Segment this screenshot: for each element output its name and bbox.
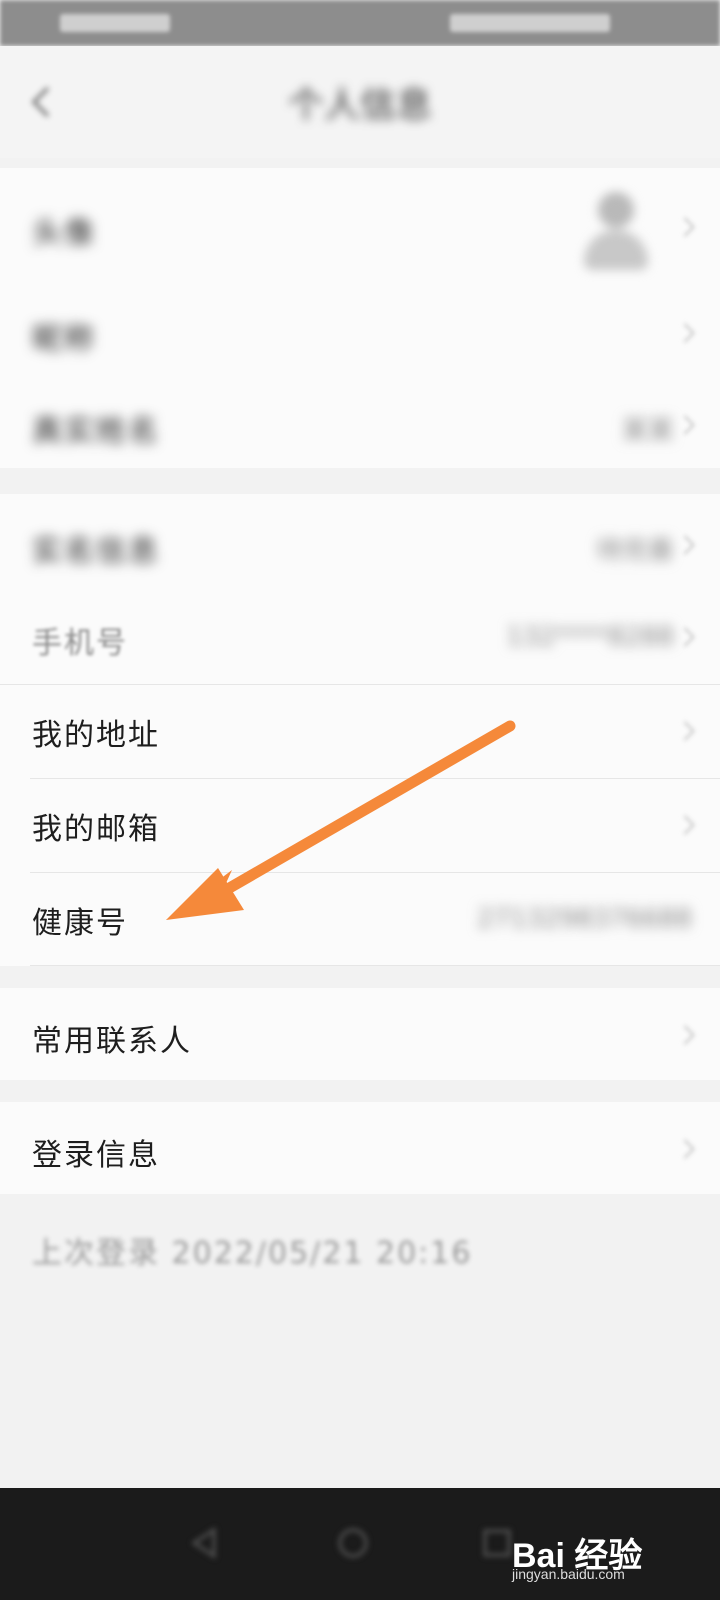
baidu-jingyan-watermark: Bai 经验 jingyan.baidu.com [512, 1522, 702, 1582]
chevron-right-icon [675, 323, 695, 343]
chevron-right-icon [675, 415, 695, 435]
email-row[interactable]: 我的邮箱 [0, 780, 720, 872]
row-value: 132****8288 [506, 622, 674, 652]
row-label: 我的地址 [32, 718, 160, 753]
login-info-row[interactable]: 登录信息 [0, 1102, 720, 1194]
chevron-right-icon [675, 217, 695, 237]
chevron-right-icon [675, 721, 695, 741]
chevron-right-icon [675, 627, 695, 647]
chevron-right-icon [675, 535, 695, 555]
nav-recents-icon[interactable] [480, 1526, 514, 1560]
identity-row[interactable]: 实名信息 待完善 [0, 494, 720, 590]
battery-icon [450, 14, 610, 32]
avatar-row[interactable]: 头像 [0, 168, 720, 286]
row-label: 头像 [32, 216, 96, 251]
chevron-right-icon [675, 1139, 695, 1159]
avatar [584, 192, 648, 272]
chevron-right-icon [675, 815, 695, 835]
row-value: 某某 [621, 416, 674, 446]
row-label: 我的邮箱 [32, 812, 160, 847]
nav-home-icon[interactable] [336, 1526, 370, 1560]
row-divider [30, 778, 720, 779]
health-id-row[interactable]: 健康号 2713298376688 [0, 874, 720, 966]
row-divider [0, 684, 720, 685]
signal-icon [60, 14, 170, 32]
row-label: 真实姓名 [32, 414, 160, 449]
page-header: 个人信息 [0, 46, 720, 158]
nav-back-icon[interactable] [188, 1526, 222, 1560]
real-name-row[interactable]: 真实姓名 某某 [0, 378, 720, 470]
login-card: 登录信息 [0, 1102, 720, 1194]
chevron-right-icon [675, 1025, 695, 1045]
row-label: 健康号 [32, 906, 128, 941]
status-bar [0, 0, 720, 46]
system-nav-bar: Bai 经验 jingyan.baidu.com [0, 1488, 720, 1600]
row-value: 2713298376688 [476, 904, 692, 934]
nickname-row[interactable]: 昵称 [0, 286, 720, 378]
row-value: 待完善 [595, 536, 674, 566]
last-login-text: 上次登录 2022/05/21 20:16 [32, 1236, 473, 1271]
row-label: 登录信息 [32, 1138, 160, 1173]
contacts-card: 常用联系人 [0, 988, 720, 1080]
row-label: 实名信息 [32, 534, 160, 569]
profile-card: 头像 昵称 真实姓名 某某 [0, 168, 720, 468]
watermark-site: jingyan.baidu.com [512, 1566, 625, 1582]
row-divider [30, 872, 720, 873]
row-label: 手机号 [32, 626, 128, 661]
contacts-row[interactable]: 常用联系人 [0, 988, 720, 1080]
phone-row[interactable]: 手机号 132****8288 [0, 590, 720, 686]
page-title: 个人信息 [287, 85, 432, 126]
row-divider [30, 965, 720, 966]
address-row[interactable]: 我的地址 [0, 686, 720, 778]
row-label: 昵称 [32, 322, 96, 357]
row-label: 常用联系人 [32, 1024, 192, 1059]
account-card: 实名信息 待完善 手机号 132****8288 我的地址 我的邮箱 健康号 2… [0, 494, 720, 966]
